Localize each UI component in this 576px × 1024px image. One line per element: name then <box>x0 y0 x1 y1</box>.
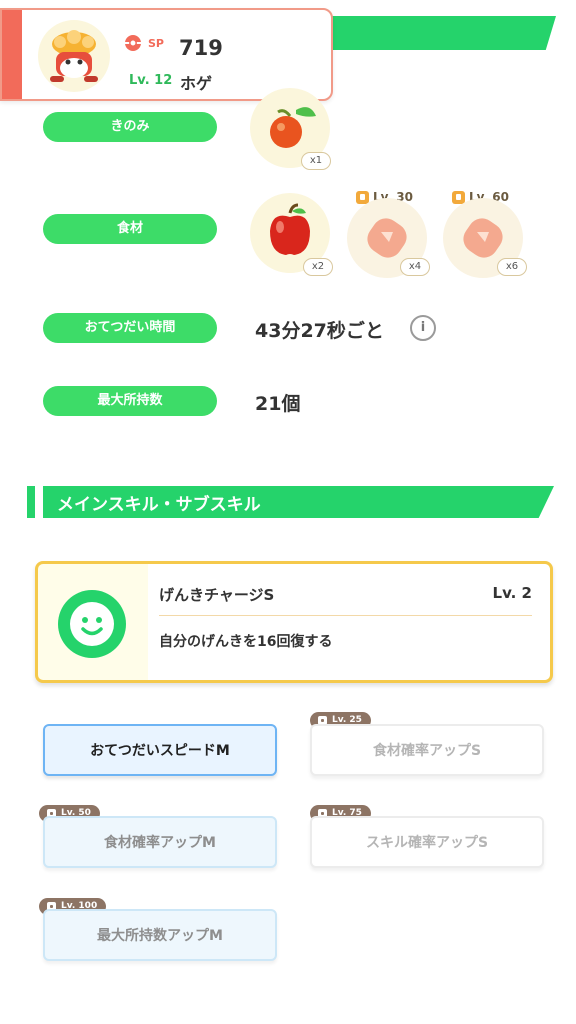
help-time-label: おてつだい時間 <box>43 313 217 343</box>
ingredient-label: 食材 <box>43 214 217 244</box>
max-carry-value: 21個 <box>255 393 301 415</box>
main-skill-name: げんきチャージS <box>159 586 275 604</box>
card-accent <box>2 10 22 99</box>
ingredient-count-3: x6 <box>497 258 527 276</box>
main-skill-card[interactable]: げんきチャージS Lv. 2 自分のげんきを16回復する <box>35 561 553 683</box>
pokeball-icon <box>125 35 141 51</box>
header-stripe <box>300 16 556 50</box>
sp-label: SP <box>148 36 164 50</box>
berry-count: x1 <box>301 152 331 170</box>
sp-badge: SP <box>124 34 164 52</box>
ingredient-count-2: x4 <box>400 258 430 276</box>
skill-divider <box>159 615 532 616</box>
sp-value: 719 <box>179 36 223 60</box>
ingredient-count-1: x2 <box>303 258 333 276</box>
main-skill-level: Lv. 2 <box>492 584 532 602</box>
sub-skill-5[interactable]: 最大所持数アップM <box>43 909 277 961</box>
info-icon[interactable]: i <box>410 315 436 341</box>
pokemon-level: Lv. 12 <box>129 73 173 88</box>
pokemon-avatar-icon <box>38 20 110 92</box>
smile-icon <box>58 590 126 658</box>
sub-skill-4[interactable]: スキル確率アップS <box>310 816 544 868</box>
section-title: メインスキル・サブスキル <box>57 495 261 515</box>
berry-label: きのみ <box>43 112 217 142</box>
sub-skill-2[interactable]: 食材確率アップS <box>310 724 544 776</box>
help-time-value: 43分27秒ごと <box>255 320 384 342</box>
main-skill-body <box>148 564 550 680</box>
sub-skill-1[interactable]: おてつだいスピードM <box>43 724 277 776</box>
pokemon-name: ホゲ <box>180 74 213 93</box>
section-bar <box>27 486 35 518</box>
sub-skill-3[interactable]: 食材確率アップM <box>43 816 277 868</box>
main-skill-description: 自分のげんきを16回復する <box>159 634 333 650</box>
section-header: メインスキル・サブスキル <box>27 486 554 518</box>
max-carry-label: 最大所持数 <box>43 386 217 416</box>
